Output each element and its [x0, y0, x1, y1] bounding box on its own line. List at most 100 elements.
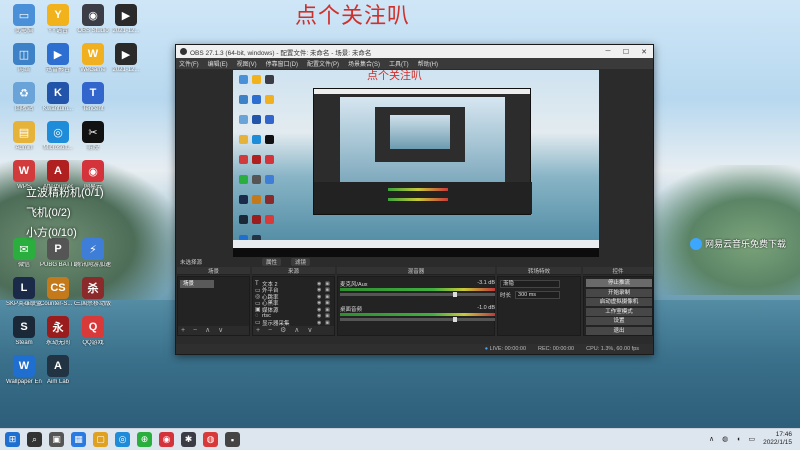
volume-fader-knob[interactable]: [453, 317, 457, 322]
control-button[interactable]: 退出: [586, 326, 652, 335]
floating-music-badge[interactable]: 网易云音乐免费下载: [690, 237, 786, 250]
desktop-icon-label: 迅雷影音: [45, 67, 70, 73]
menu-item[interactable]: 视图(V): [237, 59, 257, 68]
mixer-channel-name: 麦克风/Aux: [340, 282, 368, 288]
maximize-button[interactable]: ☐: [617, 48, 635, 56]
source-item[interactable]: ▭ 显示器采集 ◉ ▣: [255, 319, 333, 327]
desktop-icon[interactable]: W Wallpaper Engine:...: [6, 355, 42, 386]
desktop-icon[interactable]: ⚡ 腾讯网游加速器: [75, 238, 111, 269]
mixer-channel-db: -1.0 dB: [477, 305, 495, 311]
volume-icon[interactable]: ◖: [736, 436, 740, 443]
duration-input[interactable]: 300 ms: [515, 291, 560, 299]
taskbar-app-icon[interactable]: ▪: [225, 432, 240, 447]
taskbar-clock[interactable]: 17:46 2022/1/15: [763, 431, 792, 447]
lock-icon[interactable]: ▣: [325, 320, 333, 326]
control-button[interactable]: 工作室模式: [586, 307, 652, 316]
minimize-button[interactable]: ─: [599, 48, 617, 55]
desktop-icon-label: PUBG BATTLEGR...: [40, 262, 76, 268]
desktop-icon[interactable]: CS Counter-S... Global Off...: [40, 277, 76, 308]
desktop-icon-label: Wallpaper Engine:...: [6, 379, 42, 385]
menu-item[interactable]: 场景集合(S): [348, 59, 380, 68]
desktop-icon[interactable]: Q QQ游戏: [75, 316, 111, 347]
taskbar-app-icon[interactable]: ⊞: [5, 432, 20, 447]
taskbar-app-icon[interactable]: ◎: [115, 432, 130, 447]
visibility-eye-icon[interactable]: ◉: [317, 320, 325, 326]
volume-fader-knob[interactable]: [453, 292, 457, 297]
desktop-icon-label: Tencent: [82, 106, 104, 112]
desktop-icon-glyph: 永: [47, 316, 69, 338]
clock-date: 2022/1/15: [763, 439, 792, 446]
sources-panel-toolbar[interactable]: + − ⚙ ∧ ∨: [253, 326, 334, 335]
taskbar-app-icon[interactable]: ◍: [203, 432, 218, 447]
taskbar-app-icon[interactable]: ⊕: [137, 432, 152, 447]
filters-button[interactable]: 滤镜: [291, 258, 311, 266]
desktop-icon-glyph: W: [13, 355, 35, 377]
transition-select[interactable]: 渐隐: [500, 280, 560, 288]
desktop-icon[interactable]: L SKP英雄联盟: [6, 277, 42, 308]
scenes-panel-toolbar[interactable]: + − ∧ ∨: [178, 326, 249, 335]
battery-icon[interactable]: ▭: [748, 435, 755, 443]
desktop-icon[interactable]: ♻ 回收站: [6, 82, 42, 113]
taskbar-app-icon[interactable]: ▣: [49, 432, 64, 447]
desktop-icon[interactable]: S Steam: [6, 316, 42, 347]
desktop-icon[interactable]: ◫ 网络: [6, 43, 42, 74]
menu-item[interactable]: 文件(F): [179, 59, 199, 68]
menu-item[interactable]: 帮助(H): [418, 59, 438, 68]
desktop-icon-label: 三国杀移动版: [75, 301, 111, 307]
desktop-icon-glyph: ◉: [82, 160, 104, 182]
taskbar-app-icon[interactable]: ✱: [181, 432, 196, 447]
desktop-icon[interactable]: W WeGame: [75, 43, 111, 74]
control-button[interactable]: 启动虚拟摄像机: [586, 298, 652, 306]
taskbar-app-icon[interactable]: ⌕: [27, 432, 42, 447]
desktop-icon[interactable]: ▶ 迅雷影音: [40, 43, 76, 74]
control-button[interactable]: 停止推流: [586, 279, 652, 287]
volume-fader[interactable]: [340, 292, 495, 297]
desktop-icon-glyph: S: [13, 316, 35, 338]
desktop-icon[interactable]: K Kwantum...: [40, 82, 76, 113]
live-timer: LIVE: 00:00:00: [489, 346, 527, 352]
volume-fader[interactable]: [340, 317, 495, 322]
desktop-icon[interactable]: T Tencent: [75, 82, 111, 113]
desktop-icon[interactable]: ✂ 剪映: [75, 121, 111, 152]
desktop-icon[interactable]: A Aim Lab: [40, 355, 76, 386]
transition-duration: 时长 300 ms: [500, 291, 560, 299]
taskbar-app-icon[interactable]: ◉: [159, 432, 174, 447]
desktop-icon-glyph: ◎: [47, 121, 69, 143]
control-button[interactable]: 开始录制: [586, 288, 652, 297]
overlay-label-1: 立波精粉机(0/1): [26, 187, 104, 199]
clock-time: 17:46: [775, 431, 792, 438]
network-icon[interactable]: ◍: [722, 435, 728, 443]
menu-item[interactable]: 配置文件(P): [307, 59, 339, 68]
desktop-icon[interactable]: 杀三国杀移动版: [75, 277, 111, 308]
properties-button[interactable]: 属性: [262, 258, 282, 266]
desktop-icon[interactable]: Y YY语音: [40, 4, 76, 35]
desktop-icon[interactable]: ▶ 2021-12...: [108, 4, 144, 35]
wallpaper-right-shore: [640, 165, 800, 295]
source-type-icon: ▭: [255, 320, 261, 326]
scene-list-item[interactable]: 场景: [180, 280, 214, 288]
obs-preview[interactable]: 点个关注叭: [233, 70, 599, 257]
desktop-icon[interactable]: ◉ OBS Studio: [75, 4, 111, 35]
obs-window[interactable]: OBS 27.1.3 (64-bit, windows) - 配置文件: 未命名…: [175, 44, 654, 355]
desktop-icon[interactable]: ▶ 2021-12...: [108, 43, 144, 74]
control-button[interactable]: 设置: [586, 317, 652, 325]
desktop-icon[interactable]: P PUBG BATTLEGR...: [40, 238, 76, 269]
desktop-icon[interactable]: ◎ Microsoft...: [40, 121, 76, 152]
menu-item[interactable]: 停靠窗口(D): [266, 59, 298, 68]
mixer-channel-desktop: 桌面音频 -1.0 dB: [340, 305, 495, 322]
taskbar-app-icon[interactable]: ▦: [71, 432, 86, 447]
taskbar-app-icon[interactable]: ▢: [93, 432, 108, 447]
obs-titlebar[interactable]: OBS 27.1.3 (64-bit, windows) - 配置文件: 未命名…: [176, 45, 653, 58]
desktop-icon-label: WeGame: [80, 67, 106, 73]
close-button[interactable]: ✕: [635, 48, 653, 56]
desktop-icon[interactable]: ▭ 此电脑: [6, 4, 42, 35]
chevron-up-icon[interactable]: ∧: [709, 435, 714, 443]
desktop-icon-label: 2021-12...: [112, 28, 140, 34]
no-source-label: 未选择源: [180, 260, 203, 266]
desktop-icon[interactable]: ▤ Admin: [6, 121, 42, 152]
desktop-icon[interactable]: 永永劫无间: [40, 316, 76, 347]
mixer-channel-name: 桌面音频: [340, 307, 363, 313]
desktop-icon[interactable]: ✉ 微信: [6, 238, 42, 269]
menu-item[interactable]: 工具(T): [389, 59, 409, 68]
menu-item[interactable]: 编辑(E): [208, 59, 228, 68]
